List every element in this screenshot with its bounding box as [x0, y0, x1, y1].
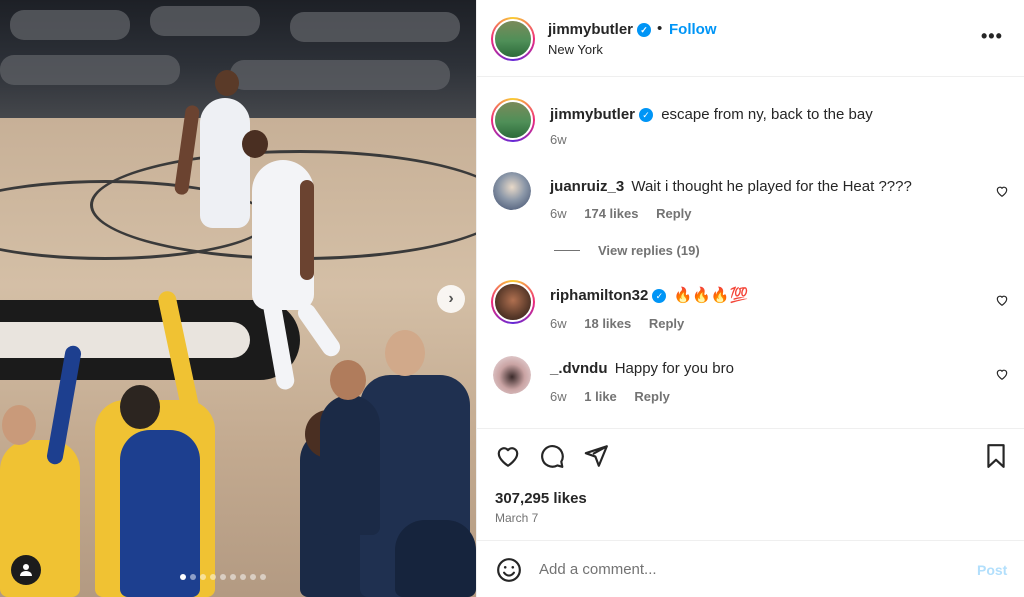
comment-likes[interactable]: 174 likes	[584, 206, 638, 221]
user-tag-icon	[20, 564, 32, 576]
bookmark-icon[interactable]	[983, 443, 1009, 469]
comment-text: 🔥🔥🔥💯	[673, 287, 749, 304]
post-header: jimmybutler ✓ • Follow New York •••	[477, 0, 1024, 77]
comment-avatar[interactable]	[493, 356, 531, 394]
verified-icon: ✓	[652, 289, 667, 304]
emoji-icon[interactable]	[496, 557, 522, 583]
comment-age: 6w	[550, 389, 567, 404]
comment-likes[interactable]: 1 like	[584, 389, 617, 404]
author-avatar[interactable]	[491, 17, 535, 61]
carousel-dot	[220, 574, 226, 580]
heart-icon[interactable]	[495, 443, 521, 469]
comment-age: 6w	[550, 206, 567, 221]
verified-icon: ✓	[637, 23, 652, 38]
comment-username[interactable]: _.dvndu	[550, 360, 608, 377]
share-icon[interactable]	[583, 443, 609, 469]
carousel-dot	[190, 574, 196, 580]
likes-count[interactable]: 307,295 likes	[495, 490, 587, 507]
author-username[interactable]: jimmybutler ✓	[548, 21, 652, 38]
post-comment-button[interactable]: Post	[977, 562, 1007, 578]
comment-text: Wait i thought he played for the Heat ??…	[631, 178, 912, 195]
heart-icon[interactable]	[995, 293, 1009, 307]
post-media[interactable]: ›	[0, 0, 476, 597]
heart-icon[interactable]	[995, 184, 1009, 198]
post-actions: 307,295 likes March 7	[477, 428, 1024, 540]
comment-avatar[interactable]	[491, 280, 535, 324]
carousel-dot	[260, 574, 266, 580]
comment-input[interactable]: Add a comment...	[539, 561, 657, 578]
follow-button[interactable]: Follow	[669, 21, 717, 38]
reply-button[interactable]: Reply	[656, 206, 691, 221]
caption-avatar[interactable]	[491, 98, 535, 142]
comment-age: 6w	[550, 316, 567, 331]
comment-composer: Add a comment... Post	[477, 540, 1024, 597]
chevron-right-icon: ›	[448, 290, 454, 307]
reply-button[interactable]: Reply	[634, 389, 669, 404]
carousel-dot	[180, 574, 186, 580]
more-icon[interactable]: •••	[981, 26, 1003, 47]
comment-username[interactable]: riphamilton32	[550, 287, 648, 304]
caption-age: 6w	[550, 132, 567, 147]
heart-icon[interactable]	[995, 367, 1009, 381]
carousel-indicators	[180, 574, 266, 580]
carousel-next-button[interactable]: ›	[437, 285, 465, 313]
carousel-dot	[230, 574, 236, 580]
post-side-panel: jimmybutler ✓ • Follow New York ••• jimmy…	[476, 0, 1024, 597]
carousel-dot	[240, 574, 246, 580]
carousel-dot	[250, 574, 256, 580]
carousel-dot	[210, 574, 216, 580]
post-date[interactable]: March 7	[495, 511, 538, 525]
post-location[interactable]: New York	[548, 42, 603, 57]
caption-username[interactable]: jimmybutler	[550, 106, 635, 123]
comment-avatar[interactable]	[493, 172, 531, 210]
reply-button[interactable]: Reply	[649, 316, 684, 331]
caption-text: escape from ny, back to the bay	[661, 106, 873, 123]
comment-likes[interactable]: 18 likes	[584, 316, 631, 331]
carousel-dot	[200, 574, 206, 580]
separator: •	[657, 20, 663, 37]
comment-icon[interactable]	[539, 443, 565, 469]
verified-icon: ✓	[639, 108, 654, 123]
comment-text: Happy for you bro	[614, 360, 734, 377]
user-tag-button[interactable]	[11, 555, 41, 585]
view-replies-button[interactable]: View replies (19)	[554, 243, 700, 258]
comment-username[interactable]: juanruiz_3	[550, 178, 624, 195]
